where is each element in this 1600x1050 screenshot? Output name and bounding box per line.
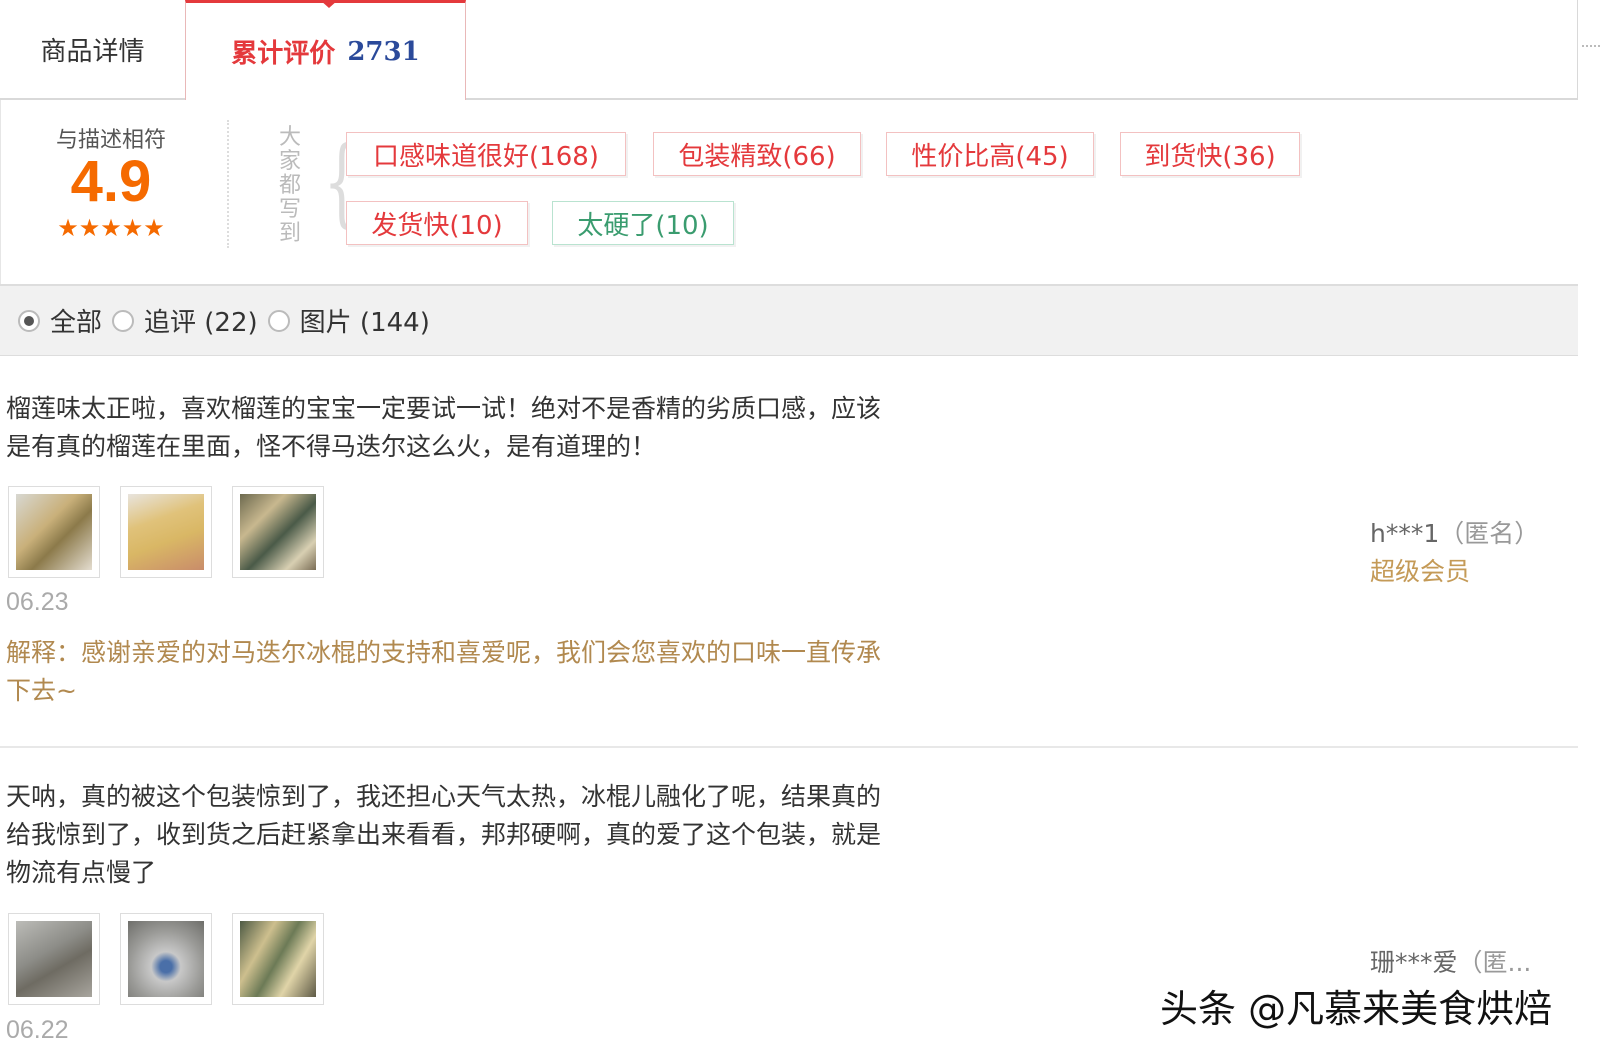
radio-icon[interactable] (112, 309, 135, 332)
review-divider (0, 746, 1578, 748)
review-text: 天呐，真的被这个包装惊到了，我还担心天气太热，冰棍儿融化了呢，结果真的 给我惊到… (6, 778, 1006, 892)
reviewer-anonymous: （匿... (1457, 948, 1532, 977)
tab-reviews[interactable]: 累计评价 2731 (185, 0, 466, 100)
review-tag[interactable]: 发货快(10) (346, 201, 528, 245)
review-text-line: 物流有点慢了 (6, 858, 157, 887)
review-photo-thumbnail[interactable] (120, 913, 212, 1005)
radio-checked-icon[interactable] (18, 309, 40, 332)
reviewer-name: 珊***爱（匿... (1370, 943, 1531, 979)
photo-package-box (240, 494, 316, 570)
reviewer-username: h***1 (1370, 519, 1440, 548)
review-filter-bar: 全部 追评 (22) 图片 (144) (0, 284, 1578, 356)
review-tag[interactable]: 到货快(36) (1120, 132, 1300, 176)
photo-insulated-bag (128, 921, 204, 997)
review-text: 榴莲味太正啦，喜欢榴莲的宝宝一定要试一试！绝对不是香精的劣质口感，应该 是有真的… (6, 390, 1006, 466)
photo-shipping-box (16, 921, 92, 997)
photo-ice-cream-packs (240, 921, 316, 997)
review-photo-thumbnail[interactable] (8, 913, 100, 1005)
filter-photos-label: 图片 (144) (299, 308, 430, 338)
tab-bar: 商品详情 累计评价 2731 (0, 0, 1578, 100)
rating-summary: 与描述相符 4.9 ★★★★★ 大家都写到 { 口感味道很好(168) 包装精致… (0, 100, 1578, 284)
tab-reviews-label: 累计评价 (231, 39, 336, 69)
corner-divider (1582, 45, 1600, 47)
seller-reply-line: 下去~ (6, 676, 77, 705)
rating-score: 4.9 (70, 149, 152, 214)
dotted-divider (227, 120, 229, 248)
filter-followup[interactable]: 追评 (22) (112, 302, 258, 339)
review-text-line: 榴莲味太正啦，喜欢榴莲的宝宝一定要试一试！绝对不是香精的劣质口感，应该 (6, 394, 882, 423)
rating-stars-icon: ★★★★★ (57, 214, 165, 242)
watermark: 头条 @凡慕来美食烘焙 (1160, 987, 1553, 1031)
reviewer-anonymous: （匿名） (1439, 519, 1540, 548)
review-tag[interactable]: 性价比高(45) (886, 132, 1094, 176)
seller-reply: 解释：感谢亲爱的对马迭尔冰棍的支持和喜爱呢，我们会您喜欢的口味一直传承 下去~ (6, 634, 1006, 710)
review-text-line: 是有真的榴莲在里面，怪不得马迭尔这么火，是有道理的！ (6, 432, 657, 461)
review-photo-thumbnail[interactable] (232, 486, 324, 578)
tags-header: 大家都写到 (278, 125, 301, 246)
review-text-line: 给我惊到了，收到货之后赶紧拿出来看看，邦邦硬啊，真的爱了这个包装，就是 (6, 820, 882, 849)
filter-followup-label: 追评 (22) (144, 308, 258, 338)
reviewer-username: 珊***爱 (1370, 948, 1458, 977)
review-date: 06.23 (6, 588, 69, 616)
photo-ice-cream-bar (128, 494, 204, 570)
review-text-line: 天呐，真的被这个包装惊到了，我还担心天气太热，冰棍儿融化了呢，结果真的 (6, 782, 882, 811)
tab-reviews-count: 2731 (347, 36, 420, 67)
review-tag[interactable]: 口感味道很好(168) (346, 132, 626, 176)
reviewer-name: h***1（匿名） (1370, 514, 1539, 550)
review-tag[interactable]: 太硬了(10) (552, 201, 734, 245)
review-date: 06.22 (6, 1016, 69, 1044)
filter-photos[interactable]: 图片 (144) (267, 302, 430, 339)
review-tag[interactable]: 包装精致(66) (653, 132, 861, 176)
filter-all[interactable]: 全部 (18, 302, 102, 339)
radio-icon[interactable] (267, 309, 290, 332)
review-photo-thumbnail[interactable] (120, 486, 212, 578)
tab-product-details-label: 商品详情 (40, 36, 145, 67)
member-level: 超级会员 (1370, 557, 1471, 586)
filter-all-label: 全部 (50, 308, 103, 338)
photo-ice-cream-wrapper (16, 494, 92, 570)
review-photo-thumbnail[interactable] (8, 486, 100, 578)
active-tab-caret-icon (320, 0, 338, 8)
review-photo-thumbnail[interactable] (232, 913, 324, 1005)
seller-reply-line: 解释：感谢亲爱的对马迭尔冰棍的支持和喜爱呢，我们会您喜欢的口味一直传承 (6, 638, 882, 667)
tab-product-details[interactable]: 商品详情 (0, 0, 185, 98)
